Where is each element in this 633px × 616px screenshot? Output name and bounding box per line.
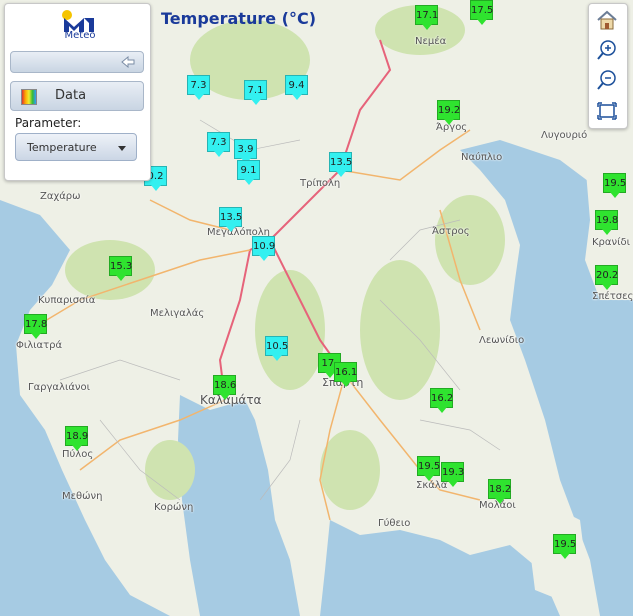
collapse-bar[interactable]	[10, 51, 144, 73]
station-marker[interactable]: 10.5	[265, 336, 288, 361]
station-marker[interactable]: 9.1	[237, 160, 260, 185]
place-label: Κορώνη	[154, 502, 194, 513]
station-marker[interactable]: 17.1	[415, 5, 438, 30]
logo-text: Meteo	[64, 30, 96, 41]
place-label: Λεωνίδιο	[479, 335, 525, 346]
data-button[interactable]: Data	[10, 81, 144, 111]
place-label: Άστρος	[432, 226, 470, 237]
place-label: Ζαχάρω	[40, 191, 81, 202]
station-marker[interactable]: 18.6	[213, 375, 236, 400]
station-marker[interactable]: 17.5	[470, 0, 493, 25]
station-marker[interactable]: 19.5	[417, 456, 440, 481]
station-marker[interactable]: 13.5	[219, 207, 242, 232]
station-marker[interactable]: 13.5	[329, 152, 352, 177]
station-marker[interactable]: 10.9	[252, 236, 275, 261]
station-marker[interactable]: 19.8	[595, 210, 618, 235]
place-label: Κρανίδι	[592, 237, 630, 248]
parameter-select[interactable]: Temperature	[15, 133, 137, 161]
parameter-label: Parameter:	[15, 116, 82, 130]
station-marker[interactable]: 7.3	[207, 132, 230, 157]
station-marker[interactable]: 19.2	[437, 100, 460, 125]
chevron-down-icon	[118, 146, 126, 151]
station-marker[interactable]: 18.9	[65, 426, 88, 451]
station-marker[interactable]: 16.1	[334, 362, 357, 387]
palette-icon	[21, 89, 37, 105]
place-label: Γύθειο	[378, 518, 411, 529]
station-marker[interactable]: 15.3	[109, 256, 132, 281]
station-marker[interactable]: 16.2	[430, 388, 453, 413]
map-title: Temperature (°C)	[161, 9, 317, 28]
station-marker[interactable]: 17.8	[24, 314, 47, 339]
place-label: Νεμέα	[415, 36, 447, 47]
place-label: Μελιγαλάς	[150, 308, 205, 319]
place-label: Φιλιατρά	[16, 340, 63, 351]
arrow-left-icon[interactable]	[121, 56, 135, 68]
zoom-out-icon[interactable]	[593, 67, 621, 93]
station-marker[interactable]: 9.4	[285, 75, 308, 100]
station-marker[interactable]: 7.3	[187, 75, 210, 100]
station-marker[interactable]: 3.9	[234, 139, 257, 164]
place-label: Ναύπλιο	[461, 152, 503, 163]
meteo-logo	[62, 10, 94, 32]
place-label: Γαργαλιάνοι	[28, 382, 91, 393]
home-icon[interactable]	[593, 7, 621, 33]
control-panel: Meteo Data Parameter: Temperature	[4, 3, 151, 181]
station-marker[interactable]: 19.5	[553, 534, 576, 559]
map-toolbar	[588, 3, 628, 129]
place-label: Τρίπολη	[300, 178, 341, 189]
place-label: Μεθώνη	[62, 491, 103, 502]
station-marker[interactable]: 18.2	[488, 479, 511, 504]
parameter-select-value: Temperature	[27, 141, 97, 154]
zoom-in-icon[interactable]	[593, 37, 621, 63]
station-marker[interactable]: 20.2	[595, 265, 618, 290]
station-marker[interactable]: 19.3	[441, 462, 464, 487]
station-marker[interactable]: 19.5	[603, 173, 626, 198]
place-label: Κυπαρισσία	[38, 295, 96, 306]
station-marker[interactable]: 7.1	[244, 80, 267, 105]
place-label: Σπέτσες	[592, 291, 633, 302]
zoom-extent-icon[interactable]	[593, 98, 621, 124]
place-label: Λυγουριό	[541, 130, 588, 141]
data-button-label: Data	[55, 88, 87, 103]
